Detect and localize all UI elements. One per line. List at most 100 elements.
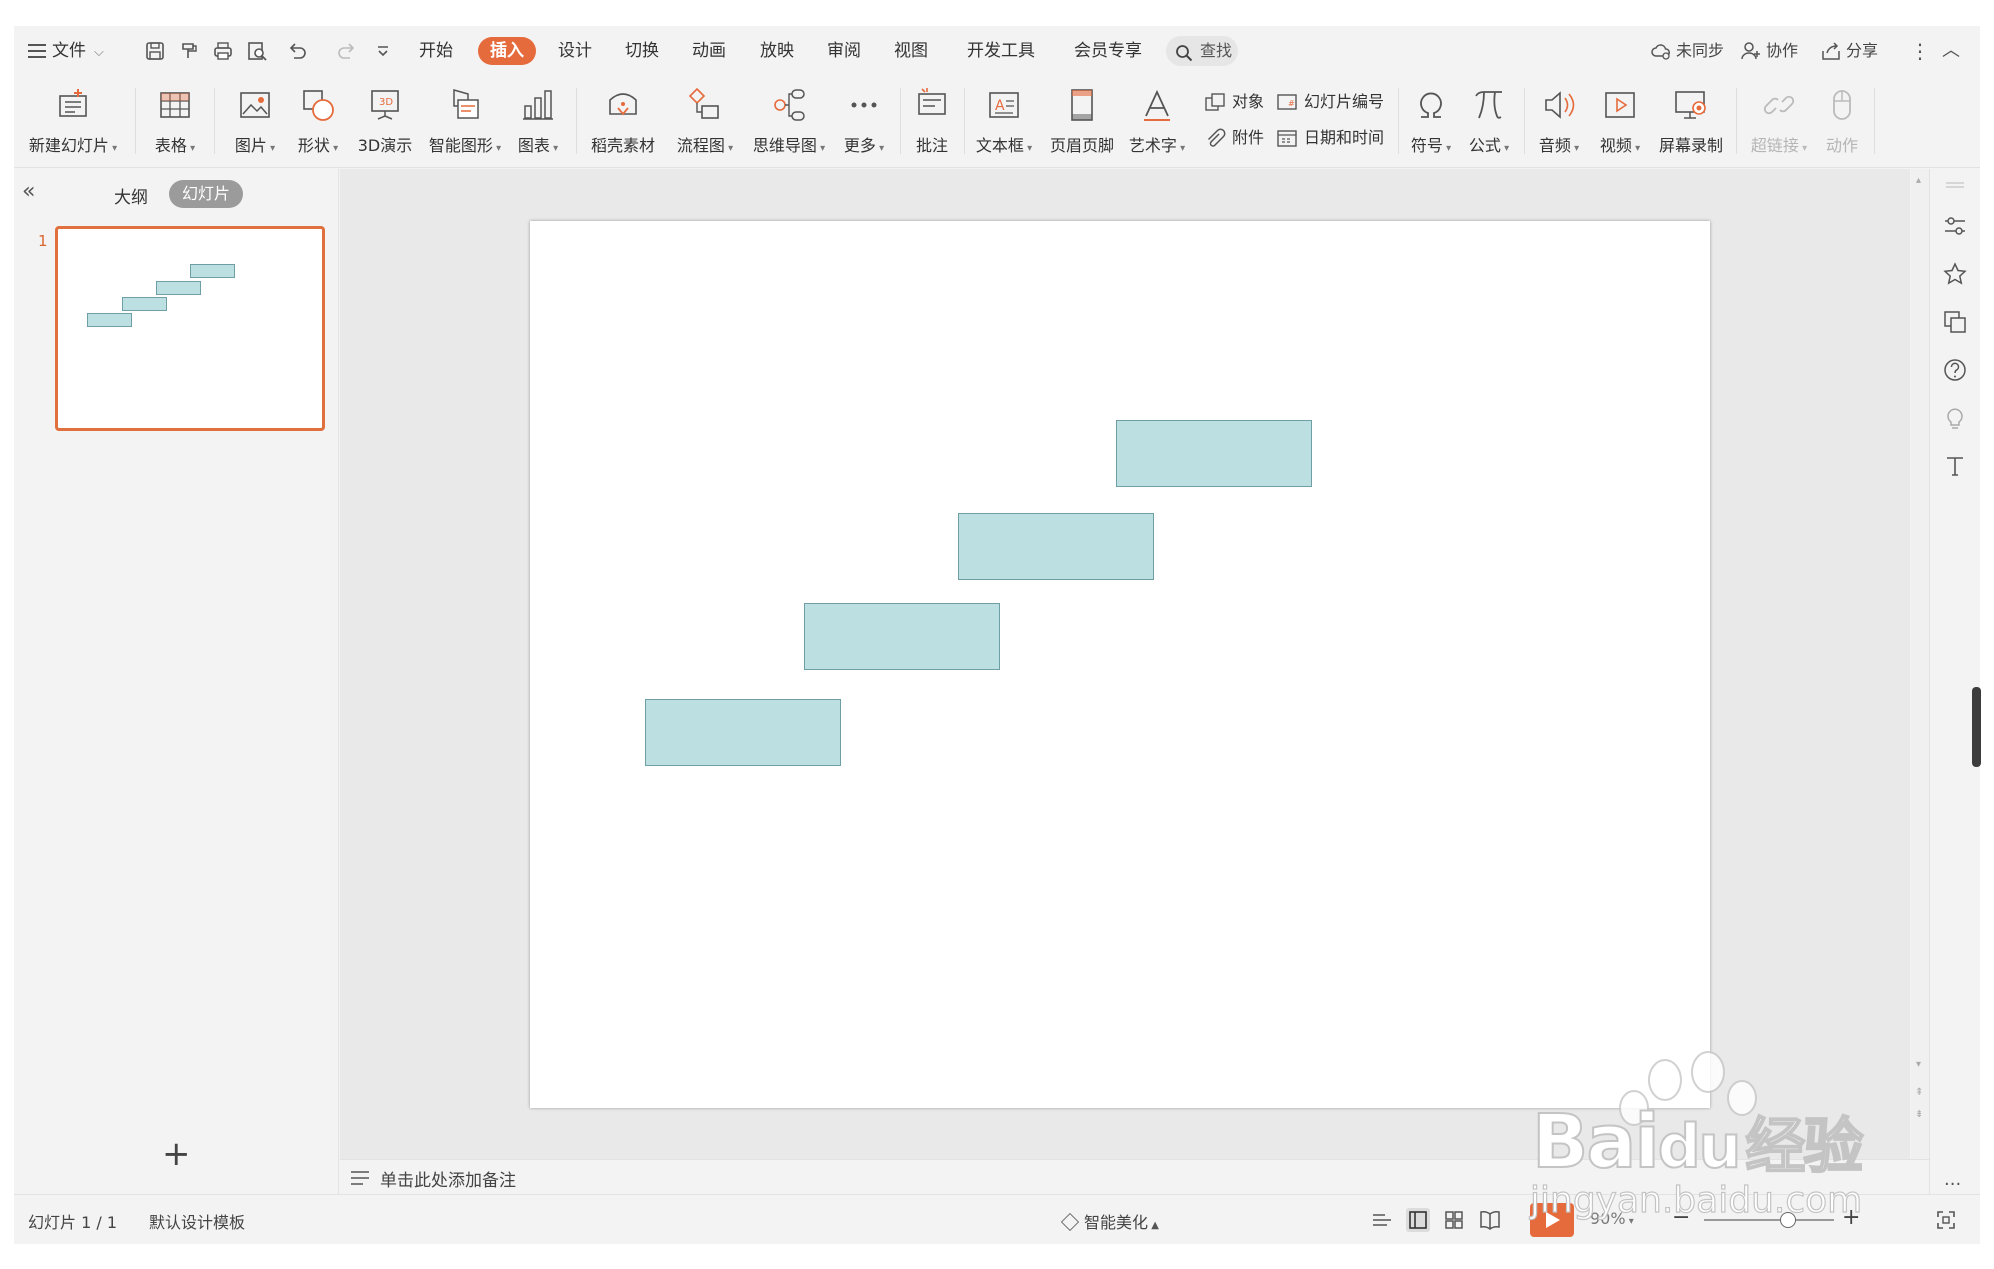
notes-toggle-icon[interactable] [1370, 1208, 1394, 1232]
rectangle-shape-4[interactable] [1116, 420, 1312, 487]
shape-button[interactable]: 形状 ▾ [286, 80, 350, 162]
wordart-button[interactable]: 艺术字 ▾ [1124, 80, 1190, 162]
picture-button[interactable]: 图片 ▾ [224, 80, 286, 162]
thumbnail-shape-4 [190, 264, 235, 278]
tab-developer[interactable]: 开发工具 [956, 37, 1046, 65]
normal-view-icon[interactable] [1406, 1208, 1430, 1232]
print-preview-icon[interactable] [244, 38, 270, 64]
scroll-down-icon[interactable]: ▾ [1916, 1059, 1921, 1070]
file-menu[interactable]: 文件 ⌵ [28, 37, 104, 65]
star-icon[interactable] [1942, 261, 1968, 287]
zoom-out-icon[interactable]: − [1672, 1205, 1690, 1230]
collaborate-button[interactable]: 协作 [1740, 37, 1798, 65]
previous-slide-icon[interactable]: ⇞ [1915, 1087, 1923, 1098]
rectangle-shape-1[interactable] [645, 699, 841, 766]
fit-to-window-icon[interactable] [1934, 1208, 1958, 1232]
ribbon-toolbar: 新建幻灯片 ▾ 表格 ▾ 图片 ▾ 形状 ▾ 3D 3D演示 智能图形 ▾ 图表… [14, 76, 1980, 168]
more-options-icon[interactable]: ⋮ [1910, 37, 1930, 65]
tab-view[interactable]: 视图 [886, 37, 936, 65]
scroll-up-icon[interactable]: ▴ [1916, 175, 1921, 186]
zoom-level-value: 90% [1590, 1209, 1626, 1228]
tab-review[interactable]: 审阅 [819, 37, 869, 65]
share-button[interactable]: 分享 [1820, 37, 1878, 65]
text-icon[interactable] [1942, 453, 1968, 479]
add-slide-icon[interactable]: + [162, 1134, 191, 1174]
vertical-scrollbar[interactable]: ▴ ▾ ⇞ ⇟ [1911, 169, 1929, 1159]
comment-icon [913, 86, 951, 124]
help-icon[interactable] [1942, 357, 1968, 383]
hyperlink-button[interactable]: 超链接 ▾ [1744, 80, 1814, 162]
tab-animations[interactable]: 动画 [684, 37, 734, 65]
screen-record-label: 屏幕录制 [1658, 136, 1723, 155]
tab-member[interactable]: 会员专享 [1060, 37, 1156, 65]
3d-demo-button[interactable]: 3D 3D演示 [350, 80, 420, 162]
textbox-button[interactable]: A 文本框 ▾ [970, 80, 1038, 162]
chart-button[interactable]: 图表 ▾ [508, 80, 568, 162]
collapse-ribbon-icon[interactable]: ︿ [1942, 37, 1960, 65]
format-painter-icon[interactable] [176, 38, 202, 64]
zoom-level[interactable]: 90% ▾ [1590, 1209, 1634, 1228]
outline-view-tab[interactable]: 大纲 [114, 183, 148, 208]
rectangle-shape-2[interactable] [804, 603, 1000, 670]
flowchart-button[interactable]: 流程图 ▾ [670, 80, 740, 162]
formula-button[interactable]: 公式 ▾ [1462, 80, 1516, 162]
audio-button[interactable]: 音频 ▾ [1532, 80, 1586, 162]
play-slideshow-button[interactable] [1530, 1203, 1574, 1237]
symbol-button[interactable]: 符号 ▾ [1404, 80, 1458, 162]
redo-icon[interactable] [334, 38, 360, 64]
textbox-label: 文本框 [975, 136, 1024, 155]
search-box[interactable]: 查找 [1166, 36, 1238, 66]
rectangle-shape-3[interactable] [958, 513, 1154, 580]
tab-home[interactable]: 开始 [409, 37, 463, 65]
collapse-panel-icon[interactable]: « [22, 179, 35, 204]
ribbon-separator [900, 88, 901, 154]
action-button[interactable]: 动作 [1818, 80, 1866, 162]
next-slide-icon[interactable]: ⇟ [1915, 1109, 1923, 1120]
slide-number-button[interactable]: # 幻灯片编号 [1276, 88, 1384, 116]
slide-canvas[interactable] [530, 221, 1710, 1108]
design-template-label[interactable]: 默认设计模板 [149, 1209, 245, 1233]
docer-material-button[interactable]: 稻壳素材 [586, 80, 660, 162]
reading-view-icon[interactable] [1478, 1208, 1502, 1232]
adjust-settings-icon[interactable] [1942, 213, 1968, 239]
undo-icon[interactable] [284, 38, 310, 64]
mindmap-button[interactable]: 思维导图 ▾ [748, 80, 830, 162]
slide-counter: 幻灯片 1 / 1 [28, 1213, 118, 1232]
more-icon[interactable]: ··· [1944, 1174, 1961, 1195]
sync-status-button[interactable]: 未同步 [1650, 37, 1724, 65]
date-time-button[interactable]: 日期和时间 [1276, 124, 1384, 152]
tab-insert[interactable]: 插入 [478, 37, 536, 65]
cloud-icon [1650, 41, 1672, 61]
zoom-slider-thumb[interactable] [1780, 1212, 1796, 1228]
smart-beautify-button[interactable]: 智能美化 ▲ [1060, 1209, 1159, 1233]
save-icon[interactable] [142, 38, 168, 64]
attachment-button[interactable]: 附件 [1204, 124, 1264, 152]
slide-thumbnail[interactable] [55, 226, 325, 431]
tab-slideshow[interactable]: 放映 [752, 37, 802, 65]
comment-button[interactable]: 批注 [908, 80, 956, 162]
new-slide-button[interactable]: 新建幻灯片 ▾ [24, 80, 122, 162]
smartart-button[interactable]: 智能图形 ▾ [424, 80, 506, 162]
object-button[interactable]: 对象 [1204, 88, 1264, 116]
mouse-icon [1823, 86, 1861, 124]
lightbulb-icon[interactable] [1942, 405, 1968, 431]
table-button[interactable]: 表格 ▾ [148, 80, 202, 162]
header-footer-button[interactable]: 页眉页脚 [1044, 80, 1120, 162]
zoom-in-icon[interactable]: + [1842, 1205, 1860, 1230]
screen-record-button[interactable]: 屏幕录制 [1654, 80, 1728, 162]
notes-pane[interactable]: 单击此处添加备注 [340, 1159, 1929, 1194]
video-button[interactable]: 视频 ▾ [1592, 80, 1648, 162]
print-icon[interactable] [210, 38, 236, 64]
sidebar-handle-icon [1942, 173, 1968, 199]
customize-toolbar-icon[interactable] [370, 38, 396, 64]
slides-view-tab[interactable]: 幻灯片 [169, 180, 244, 208]
slide-sorter-icon[interactable] [1442, 1208, 1466, 1232]
tab-transitions[interactable]: 切换 [617, 37, 667, 65]
more-button[interactable]: 更多 ▾ [834, 80, 894, 162]
sidebar-panel-toggle[interactable] [1972, 687, 1981, 767]
search-label: 查找 [1200, 41, 1233, 60]
tab-design[interactable]: 设计 [550, 37, 600, 65]
zoom-slider[interactable] [1704, 1212, 1834, 1228]
ribbon-separator [1524, 88, 1525, 154]
copy-layout-icon[interactable] [1942, 309, 1968, 335]
